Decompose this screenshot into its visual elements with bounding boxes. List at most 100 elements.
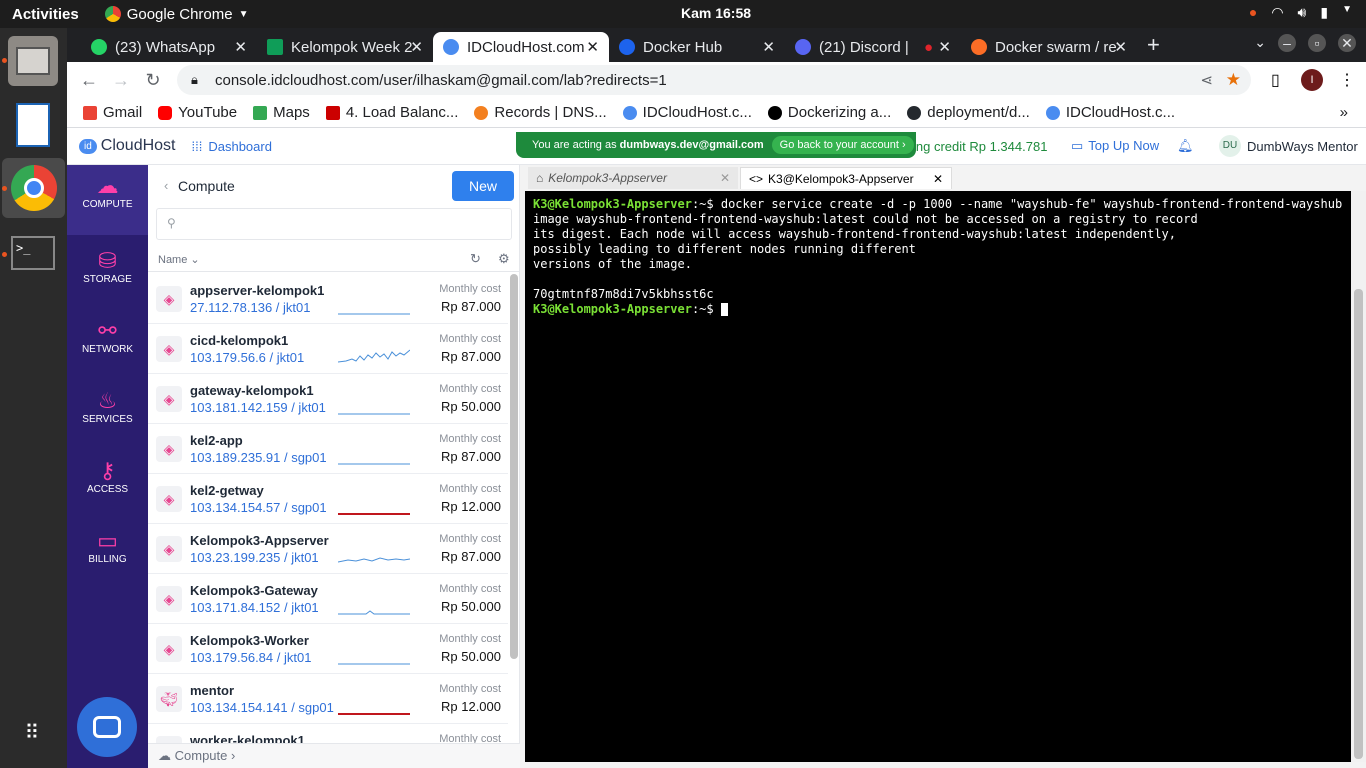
monthly-cost-label: Monthly cost <box>439 533 501 545</box>
close-icon[interactable]: ✕ <box>762 38 775 56</box>
bookmark[interactable]: Maps <box>253 104 310 121</box>
bookmark-star-icon[interactable]: ★ <box>1226 70 1241 90</box>
bookmark[interactable]: YouTube <box>158 104 237 121</box>
network-icon: ⚯ <box>98 318 117 343</box>
reload-icon[interactable]: ↻ <box>137 70 169 91</box>
server-ip: 27.112.78.136 / jkt01 <box>190 300 311 315</box>
app-menu[interactable]: Google Chrome ▼ <box>104 6 249 23</box>
close-icon[interactable]: ✕ <box>933 172 943 186</box>
profile-avatar[interactable]: I <box>1301 69 1323 91</box>
ubuntu-icon: ◈ <box>156 286 182 312</box>
dock: >_ ⠿ <box>0 28 67 768</box>
server-row[interactable]: ◈ Kelompok3-Appserver 103.23.199.235 / jkt… <box>148 524 508 574</box>
close-icon[interactable]: ✕ <box>938 38 951 56</box>
browser-tab-active[interactable]: IDCloudHost.com ✕ <box>433 32 609 62</box>
maximize-icon[interactable]: ▫ <box>1308 34 1326 52</box>
nav-storage[interactable]: ⛁ STORAGE <box>67 240 148 306</box>
list-scrollbar[interactable] <box>510 274 518 659</box>
menu-icon[interactable]: ⋮ <box>1339 70 1355 90</box>
browser-tab[interactable]: (23) WhatsApp ✕ <box>81 32 257 62</box>
bookmark[interactable]: IDCloudHost.c... <box>622 104 752 121</box>
bookmark[interactable]: deployment/d... <box>907 104 1030 121</box>
bookmark-label: 4. Load Balanc... <box>345 104 459 121</box>
minimize-icon[interactable]: – <box>1278 34 1296 52</box>
dashboard-link[interactable]: ⁞⁞⁞ Dashboard <box>192 139 272 154</box>
close-icon[interactable]: ✕ <box>1114 38 1127 56</box>
terminal-scrollbar[interactable] <box>1351 191 1366 762</box>
docker-icon <box>619 39 635 55</box>
back-chevron-icon[interactable]: ‹ <box>164 178 168 193</box>
topup-link[interactable]: ▭ Top Up Now <box>1071 138 1159 154</box>
grid-icon: ⁞⁞⁞ <box>191 138 203 154</box>
refresh-icon[interactable]: ↻ <box>470 251 481 267</box>
server-row[interactable]: 🐳︎ mentor 103.134.154.141 / sgp01 Monthly c… <box>148 674 508 724</box>
close-icon[interactable]: ✕ <box>410 38 423 56</box>
show-apps-icon[interactable]: ⠿ <box>8 708 58 758</box>
running-indicator <box>2 252 7 257</box>
server-row[interactable]: ◈ appserver-kelompok1 27.112.78.136 / jkt0… <box>148 274 508 324</box>
nav-label: COMPUTE <box>82 199 133 210</box>
breadcrumb-label[interactable]: Compute <box>175 748 228 763</box>
list-toolbar: Name ⌄ ↻ ⚙ <box>148 248 520 272</box>
bookmark[interactable]: Gmail <box>83 104 142 121</box>
tab-search-icon[interactable]: ⌄ <box>1254 34 1266 52</box>
server-row[interactable]: ◈ kel2-getway 103.134.154.57 / sgp01 Monthl… <box>148 474 508 524</box>
ubuntu-icon: ◈ <box>156 486 182 512</box>
terminal-tab-label: K3@Kelompok3-Appserver <box>768 171 914 186</box>
chat-widget-button[interactable] <box>77 697 137 757</box>
system-tray[interactable]: ● ◠ 🔊︎ ▮ ▼ <box>1249 4 1352 21</box>
writer-icon[interactable] <box>8 100 58 150</box>
filter-icon[interactable]: ⚙ <box>498 251 510 267</box>
clock[interactable]: Kam 16:58 <box>681 5 751 21</box>
bookmark[interactable]: IDCloudHost.c... <box>1045 104 1175 121</box>
browser-tab[interactable]: Kelompok Week 2 ✕ <box>257 32 433 62</box>
nav-compute[interactable]: ☁ COMPUTE <box>67 165 148 235</box>
close-icon[interactable]: ✕ <box>234 38 247 56</box>
new-button[interactable]: New <box>452 171 514 201</box>
bookmark[interactable]: 4. Load Balanc... <box>325 104 459 121</box>
nav-billing[interactable]: ▭ BILLING <box>67 520 148 586</box>
sort-by-name[interactable]: Name ⌄ <box>158 253 200 266</box>
server-row[interactable]: ◈ cicd-kelompok1 103.179.56.6 / jkt01 Month… <box>148 324 508 374</box>
terminal-output[interactable]: K3@Kelompok3-Appserver:~$ docker service… <box>525 191 1351 762</box>
chrome-dock-icon[interactable] <box>2 158 65 218</box>
browser-tab[interactable]: (21) Discord | ● ✕ <box>785 32 961 62</box>
server-row[interactable]: ◈ Kelompok3-Worker 103.179.56.84 / jkt01 Mo… <box>148 624 508 674</box>
terminal-icon[interactable]: >_ <box>8 228 58 278</box>
forward-icon[interactable]: → <box>105 70 137 91</box>
server-row[interactable]: ◈ kel2-app 103.189.235.91 / sgp01 Monthly c… <box>148 424 508 474</box>
breadcrumb: ☁ Compute › <box>148 743 520 768</box>
server-row[interactable]: ◈ gateway-kelompok1 103.181.142.159 / jkt0… <box>148 374 508 424</box>
browser-tab[interactable]: Docker swarm / re ✕ <box>961 32 1137 62</box>
side-panel-icon[interactable]: ▯ <box>1271 70 1280 90</box>
more-bookmarks-icon[interactable]: » <box>1340 104 1348 121</box>
scroll-thumb[interactable] <box>1354 289 1363 759</box>
user-menu[interactable]: DU DumbWays Mentor <box>1219 135 1358 157</box>
activities-button[interactable]: Activities <box>12 6 79 23</box>
bell-icon[interactable]: 🔔︎ <box>1177 138 1194 154</box>
files-icon[interactable] <box>8 36 58 86</box>
new-tab-button[interactable]: + <box>1147 32 1160 62</box>
server-ip: 103.134.154.57 / sgp01 <box>190 500 327 515</box>
nav-access[interactable]: ⚷ ACCESS <box>67 450 148 516</box>
monthly-cost-label: Monthly cost <box>439 683 501 695</box>
go-back-button[interactable]: Go back to your account › <box>771 136 914 154</box>
cloudhost-logo[interactable]: id CloudHost <box>79 137 176 155</box>
browser-tab[interactable]: Docker Hub ✕ <box>609 32 785 62</box>
close-icon[interactable]: ✕ <box>586 38 599 56</box>
back-icon[interactable]: ← <box>73 70 105 91</box>
search-input[interactable]: ⚲ <box>156 208 512 240</box>
terminal-tab[interactable]: ⌂ Kelompok3-Appserver ✕ <box>528 167 738 189</box>
nav-services[interactable]: ♨ SERVICES <box>67 380 148 446</box>
terminal-tab-active[interactable]: <> K3@Kelompok3-Appserver ✕ <box>740 167 952 189</box>
share-icon[interactable]: ⋖ <box>1200 71 1213 89</box>
bookmark[interactable]: Records | DNS... <box>474 104 607 121</box>
bookmark[interactable]: Dockerizing a... <box>767 104 891 121</box>
code-icon: <> <box>749 171 764 186</box>
close-window-icon[interactable]: ✕ <box>1338 34 1356 52</box>
address-bar[interactable]: 🔒︎ console.idcloudhost.com/user/ilhaskam… <box>177 65 1251 95</box>
server-row[interactable]: ◈ Kelompok3-Gateway 103.171.84.152 / jkt01… <box>148 574 508 624</box>
nav-network[interactable]: ⚯ NETWORK <box>67 310 148 376</box>
close-icon[interactable]: ✕ <box>720 171 730 185</box>
chrome-icon <box>104 6 121 22</box>
